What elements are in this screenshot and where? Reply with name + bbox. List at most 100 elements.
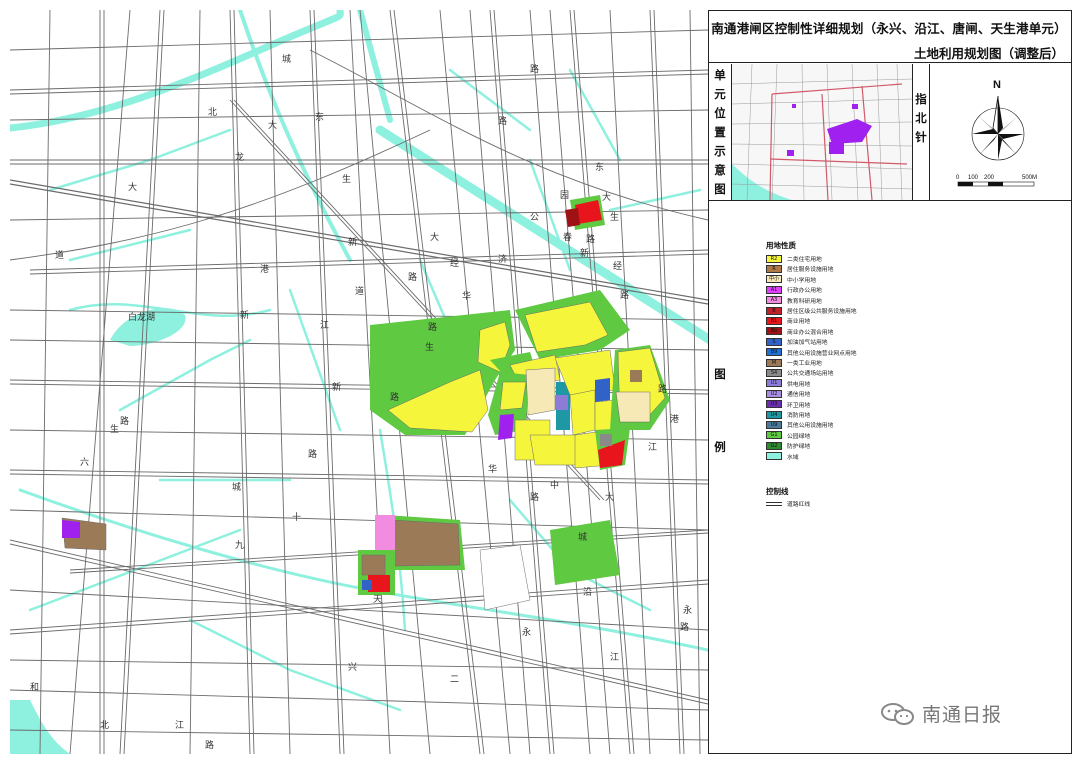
road-label: 江 xyxy=(610,652,619,662)
legend-item: R2 二类住宅用地 xyxy=(766,254,822,263)
legend-swatch: U9 xyxy=(766,420,782,429)
road-label: 沿 xyxy=(583,587,592,597)
road-label: 和 xyxy=(30,682,39,692)
road-label: 路 xyxy=(620,289,629,300)
north-arrow-icon: N 0 100 200 500M xyxy=(956,79,1037,187)
legend-item: 中小 中小学用地 xyxy=(766,275,816,284)
watermark: 南通日报 xyxy=(880,700,1002,727)
location-map-label: 单元位置示意图 xyxy=(714,68,726,196)
legend-item-label: 其他公用设施营业网点用地 xyxy=(787,350,857,357)
legend-item-label: 行政办公用地 xyxy=(787,288,822,295)
legend-item-label: 教育科研用地 xyxy=(787,298,822,305)
legend-swatch: R xyxy=(766,264,782,273)
legend-item-label: 居住区级公共服务设施用地 xyxy=(787,309,857,315)
road-label: 路 xyxy=(308,448,317,459)
road-label: 路 xyxy=(390,391,399,402)
legend-item-label: 二类住宅用地 xyxy=(787,257,822,263)
road-label: 北 xyxy=(208,107,217,117)
legend-item: S4 公共交通场站用地 xyxy=(766,368,833,377)
road-label: 城 xyxy=(232,482,241,492)
road-label: 大 xyxy=(605,491,614,502)
land-use-map-canvas[interactable]: 城北大龙大道东生新港道 华新江济生路路东大园公春 路生新经路路六生新城九十路华路中城… xyxy=(10,10,708,754)
road-label: 公 xyxy=(530,212,539,222)
legend-item: U2 通信用地 xyxy=(766,389,810,398)
legend-swatch: A3 xyxy=(766,296,782,305)
road-label: 生 xyxy=(425,341,434,352)
road-label: 新 xyxy=(348,236,357,247)
wechat-icon xyxy=(880,702,916,726)
legend-item-road-redline: 道路红线 xyxy=(766,499,810,508)
legend-item: G2 防护绿地 xyxy=(766,441,810,450)
road-label: 东 xyxy=(315,111,324,122)
road-label: 经 xyxy=(613,260,622,271)
legend-item-label: 公园绿地 xyxy=(787,433,811,440)
legend-item: G1 公园绿地 xyxy=(766,431,810,440)
road-label: 路 xyxy=(205,739,214,750)
road-label: 路 xyxy=(680,621,689,632)
road-label: 龙 xyxy=(235,151,244,162)
legend-item: R 居住服务设施用地 xyxy=(766,264,833,273)
road-label: 六 xyxy=(80,456,89,467)
road-label: 道 xyxy=(355,285,364,296)
legend-swatch: Bb xyxy=(766,327,782,336)
control-line-title: 控制线 xyxy=(766,487,789,496)
legend-item-label: 防护绿地 xyxy=(787,444,811,451)
legend-swatch: U4 xyxy=(766,410,782,419)
road-label: 华 xyxy=(462,290,471,301)
legend-item-label: 道路红线 xyxy=(787,502,811,508)
road-label: 永 xyxy=(683,604,692,615)
north-letter: N xyxy=(993,79,1001,91)
land-use-map[interactable]: 城北大龙大道东生新港道华新江济生路路东大园公春路生新经路路六生新城九十路华路中城… xyxy=(10,10,708,754)
legend-item: S 加油加气站用地 xyxy=(766,337,828,346)
legend-item-label: 商业用地 xyxy=(787,319,811,326)
legend-swatch: M xyxy=(766,358,782,367)
legend-swatch xyxy=(766,499,782,508)
legend-item: U3 环卫用地 xyxy=(766,400,810,409)
road-label: 二 xyxy=(450,674,459,684)
map-title: 南通港闸区控制性详细规划（永兴、沿江、唐闸、天生港单元） xyxy=(711,21,1067,36)
legend-item: A1 行政办公用地 xyxy=(766,285,822,294)
legend-title: 用地性质 xyxy=(766,241,796,250)
road-label: 东 xyxy=(595,161,604,172)
legend-swatch: B1 xyxy=(766,316,782,325)
legend-item: Bb 商业办公混合用地 xyxy=(766,327,833,336)
road-label: 永 xyxy=(522,626,531,637)
legend-item-label: 消防用地 xyxy=(787,413,811,419)
road-label: 港 xyxy=(260,263,269,274)
road-label: 兴 xyxy=(348,662,357,672)
legend-item: B1 商业用地 xyxy=(766,316,810,325)
watermark-text: 南通日报 xyxy=(922,704,1003,726)
road-label: 春 xyxy=(563,231,572,242)
svg-text:200: 200 xyxy=(984,175,995,181)
legend-item: A3 教育科研用地 xyxy=(766,296,822,305)
map-subtitle: 土地利用规划图（调整后） xyxy=(913,46,1064,61)
legend-swatch: G2 xyxy=(766,441,782,450)
legend-swatch: G1 xyxy=(766,431,782,440)
road-label: 道 xyxy=(55,249,64,260)
legend-swatch xyxy=(766,452,782,461)
north-arrow-panel: N 0 100 200 500M xyxy=(929,64,1072,200)
road-label: 城 xyxy=(578,532,587,542)
legend-item-label: 水域 xyxy=(787,454,799,461)
road-label: 港 xyxy=(670,413,679,424)
location-map[interactable] xyxy=(731,64,913,200)
legend-item: B9 其他公用设施营业网点用地 xyxy=(766,348,857,357)
road-label: 江 xyxy=(175,720,184,730)
legend-swatch: S4 xyxy=(766,368,782,377)
road-label: 大 xyxy=(268,119,277,130)
road-label: 路 xyxy=(408,271,417,282)
road-label: 路 xyxy=(428,321,437,332)
road-label: 路 xyxy=(586,233,595,244)
legend-item-label: 商业办公混合用地 xyxy=(787,329,834,336)
legend-swatch: R2 xyxy=(766,254,782,263)
road-label: 新 xyxy=(240,309,249,320)
legend-swatch: U2 xyxy=(766,389,782,398)
north-arrow-label: 指北针 xyxy=(915,92,927,144)
legend-swatch: B xyxy=(766,306,782,315)
legend-swatch: B9 xyxy=(766,348,782,357)
legend-item-label: 供电用地 xyxy=(787,381,811,388)
legend-item: U1 供电用地 xyxy=(766,379,810,388)
legend-item-label: 通信用地 xyxy=(787,392,811,399)
road-label: 园 xyxy=(560,190,569,200)
road-label: 路 xyxy=(658,383,667,394)
